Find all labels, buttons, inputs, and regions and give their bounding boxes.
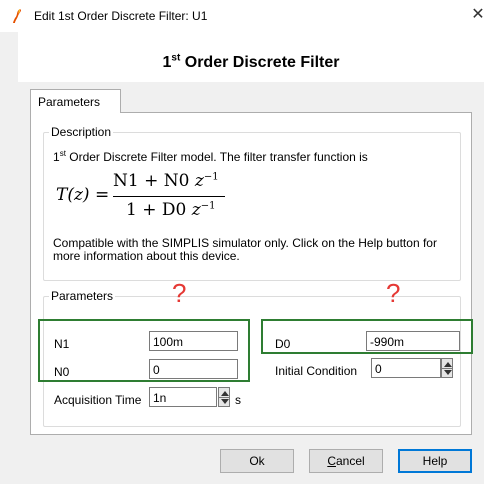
- spin-up-icon[interactable]: [221, 391, 229, 396]
- description-legend: Description: [51, 125, 112, 139]
- cancel-mnemonic: C: [327, 454, 336, 468]
- desc-rest: Order Discrete Filter model. The filter …: [65, 150, 368, 164]
- spin-down-icon[interactable]: [221, 399, 229, 404]
- acquisition-time-field[interactable]: 1n: [149, 387, 217, 407]
- highlight-box-denominator: [261, 319, 473, 354]
- parameters-legend: Parameters: [51, 289, 114, 303]
- denominator-var: z: [191, 200, 201, 220]
- window-edge: [484, 32, 494, 484]
- desc-prefix: 1: [53, 150, 60, 164]
- acquisition-time-unit: s: [235, 393, 241, 407]
- formula-lhs: T(z) =: [56, 185, 110, 205]
- tab-panel: Description 1st Order Discrete Filter mo…: [30, 112, 472, 435]
- transfer-function-formula: T(z) = N1 + N0 z−1 1 + D0 z−1: [56, 169, 256, 225]
- heading-sup: st: [171, 52, 181, 64]
- initial-condition-field[interactable]: 0: [371, 358, 441, 378]
- spin-divider: [442, 368, 452, 369]
- spin-divider: [219, 397, 229, 398]
- window-title: Edit 1st Order Discrete Filter: U1: [34, 9, 208, 23]
- acquisition-time-spin-icon[interactable]: [218, 387, 230, 407]
- spin-down-icon[interactable]: [444, 370, 452, 375]
- description-line1: 1st Order Discrete Filter model. The fil…: [53, 149, 368, 164]
- denominator-text: 1 + D0: [126, 200, 192, 220]
- spin-up-icon[interactable]: [444, 362, 452, 367]
- numerator-exponent: −1: [203, 171, 219, 183]
- dialog-heading: 1st Order Discrete Filter: [18, 52, 484, 72]
- formula-denominator: 1 + D0 z−1: [126, 200, 215, 220]
- cancel-button[interactable]: Cancel: [309, 449, 383, 473]
- cancel-label-rest: ancel: [335, 454, 365, 468]
- description-group: Description 1st Order Discrete Filter mo…: [43, 125, 461, 281]
- fraction-bar: [113, 196, 225, 197]
- question-mark-numerator: ?: [172, 278, 187, 308]
- simplis-logo-icon: [13, 9, 21, 23]
- denominator-exponent: −1: [200, 200, 216, 212]
- question-mark-denominator: ?: [386, 278, 401, 308]
- close-icon: ✕: [471, 6, 485, 23]
- description-line2: Compatible with the SIMPLIS simulator on…: [53, 236, 437, 263]
- acquisition-time-label: Acquisition Time: [54, 393, 142, 407]
- close-button[interactable]: ✕: [468, 5, 488, 25]
- initial-condition-spin-icon[interactable]: [441, 358, 453, 378]
- highlight-box-numerator: [38, 319, 250, 382]
- heading-rest: Order Discrete Filter: [180, 54, 340, 71]
- ok-button[interactable]: Ok: [220, 449, 294, 473]
- help-button[interactable]: Help: [398, 449, 472, 473]
- initial-condition-label: Initial Condition: [275, 364, 358, 378]
- numerator-var: z: [194, 171, 204, 191]
- header-panel: 1st Order Discrete Filter: [18, 32, 484, 82]
- title-bar: Edit 1st Order Discrete Filter: U1 ✕: [0, 0, 494, 32]
- formula-numerator: N1 + N0 z−1: [113, 171, 219, 191]
- numerator-text: N1 + N0: [113, 171, 195, 191]
- tab-parameters[interactable]: Parameters: [30, 89, 121, 113]
